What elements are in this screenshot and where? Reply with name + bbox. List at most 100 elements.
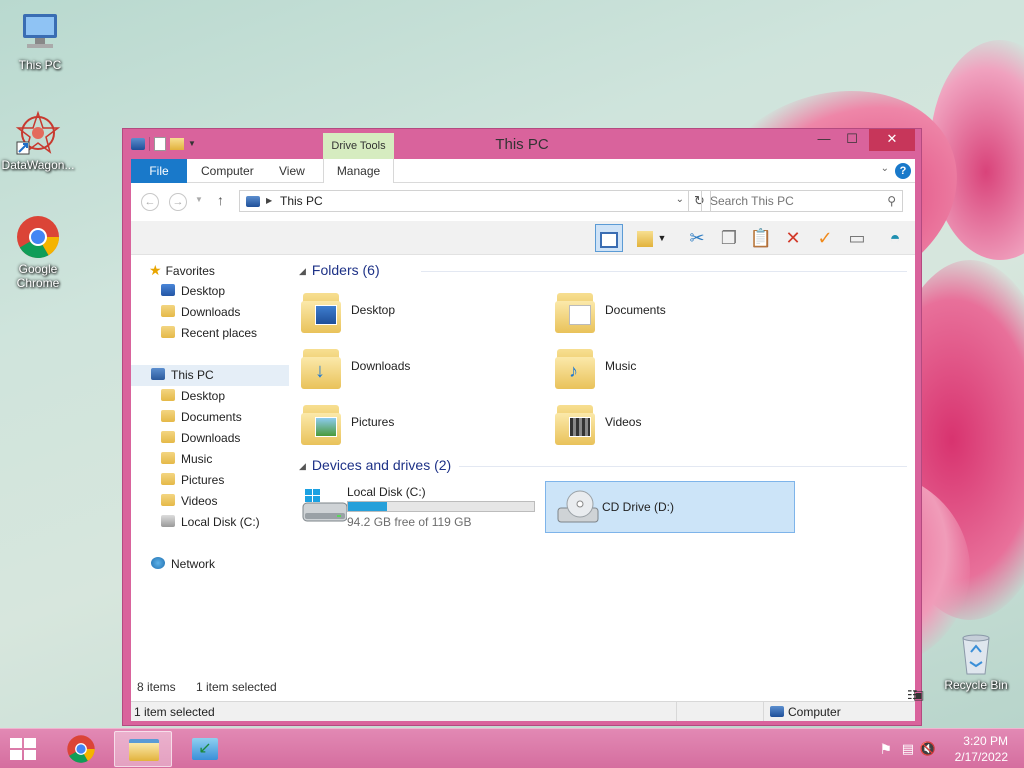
- star-icon: ★: [149, 262, 162, 278]
- desktop-icon: [161, 284, 175, 296]
- close-button[interactable]: ✕: [869, 129, 915, 151]
- drive-tile-local-disk[interactable]: Local Disk (C:) 94.2 GB free of 119 GB: [291, 481, 541, 533]
- drive-tile-cd-drive[interactable]: CD Drive (D:): [545, 481, 795, 533]
- search-box[interactable]: ⚲: [701, 190, 903, 212]
- nav-pc-pictures[interactable]: Pictures: [161, 470, 224, 491]
- action-center-flag-icon[interactable]: ⚑: [879, 741, 892, 758]
- tab-computer[interactable]: Computer: [191, 159, 264, 183]
- taskbar-file-explorer[interactable]: [114, 731, 172, 767]
- taskbar-datawagon[interactable]: ↙: [176, 731, 234, 767]
- nav-label: Local Disk (C:): [181, 515, 260, 529]
- delete-icon[interactable]: ✕: [779, 224, 807, 252]
- large-icons-view-icon[interactable]: ▣: [913, 688, 924, 702]
- nav-this-pc[interactable]: This PC: [131, 365, 289, 386]
- start-button[interactable]: [10, 738, 38, 760]
- computer-icon: [151, 368, 165, 380]
- tab-file[interactable]: File: [131, 159, 187, 183]
- file-explorer-icon: [129, 739, 159, 761]
- collapse-triangle-icon[interactable]: ◢: [299, 461, 306, 471]
- back-button[interactable]: ←: [141, 193, 159, 211]
- group-divider: [459, 466, 907, 467]
- videos-folder-icon: [555, 399, 595, 445]
- hard-drive-icon: [161, 515, 175, 527]
- folder-name: Videos: [605, 415, 642, 429]
- nav-label: Pictures: [181, 473, 225, 487]
- maximize-button[interactable]: ☐: [839, 129, 865, 151]
- ribbon-expand-icon[interactable]: ⌄: [881, 163, 889, 174]
- nav-pc-documents[interactable]: Documents: [161, 407, 242, 428]
- nav-pc-downloads[interactable]: Downloads: [161, 428, 240, 449]
- desktop-icon-google-chrome[interactable]: Google Chrome: [0, 214, 78, 290]
- nav-favorites[interactable]: ★ Favorites: [149, 260, 215, 281]
- chevron-down-icon[interactable]: ▼: [655, 224, 669, 252]
- help-icon[interactable]: ?: [895, 163, 911, 179]
- folder-icon: [161, 431, 175, 443]
- desktop-icon-recycle-bin[interactable]: Recycle Bin: [936, 630, 1016, 692]
- nav-fav-recent[interactable]: Recent places: [161, 323, 257, 344]
- desktop-icon-label: Google Chrome: [16, 262, 60, 290]
- address-field[interactable]: ▶ This PC ⌄: [239, 190, 689, 212]
- nav-pc-local-disk[interactable]: Local Disk (C:): [161, 512, 260, 533]
- paste-icon[interactable]: 📋: [747, 224, 775, 252]
- drive-free-space: 94.2 GB free of 119 GB: [347, 515, 472, 529]
- datawagon-icon: [15, 110, 61, 156]
- nav-label: This PC: [171, 368, 214, 382]
- network-status-icon[interactable]: ▤: [902, 741, 914, 757]
- folder-tile-downloads[interactable]: ↓ Downloads: [291, 341, 541, 393]
- window-title: This PC: [495, 136, 549, 153]
- properties-icon[interactable]: ▭: [843, 224, 871, 252]
- minimize-button[interactable]: —: [811, 129, 837, 151]
- desktop-icon-this-pc[interactable]: This PC: [0, 10, 80, 72]
- collapse-triangle-icon[interactable]: ◢: [299, 266, 306, 276]
- up-button[interactable]: ↑: [217, 192, 224, 208]
- music-folder-icon: ♪: [555, 343, 595, 389]
- copy-icon[interactable]: ❐: [715, 224, 743, 252]
- nav-pc-videos[interactable]: Videos: [161, 491, 217, 512]
- volume-muted-icon[interactable]: 🔇: [920, 741, 936, 757]
- nav-label: Desktop: [181, 284, 226, 298]
- title-bar[interactable]: ▼ Drive Tools This PC — ☐ ✕: [123, 129, 921, 159]
- folder-tile-documents[interactable]: Documents: [545, 285, 795, 337]
- folders-group-header[interactable]: ◢ Folders (6): [299, 262, 380, 278]
- downloads-folder-icon: [161, 305, 175, 317]
- nav-network[interactable]: Network: [151, 554, 215, 575]
- folder-tile-music[interactable]: ♪ Music: [545, 341, 795, 393]
- folder-tile-pictures[interactable]: Pictures: [291, 397, 541, 449]
- address-dropdown-icon[interactable]: ⌄: [676, 194, 684, 205]
- nav-pc-desktop[interactable]: Desktop: [161, 386, 225, 407]
- desktop-icon-datawagon[interactable]: DataWagon...: [0, 110, 78, 172]
- nav-pc-music[interactable]: Music: [161, 449, 212, 470]
- forward-button[interactable]: →: [169, 193, 187, 211]
- clock[interactable]: 3:20 PM 2/17/2022: [955, 733, 1008, 765]
- documents-folder-icon: [555, 287, 595, 333]
- nav-fav-downloads[interactable]: Downloads: [161, 302, 240, 323]
- breadcrumb-chevron-icon[interactable]: ▶: [266, 196, 272, 205]
- recent-places-icon: [161, 326, 175, 338]
- recycle-bin-icon: [953, 630, 999, 676]
- drives-group-header[interactable]: ◢ Devices and drives (2): [299, 457, 451, 473]
- tab-view[interactable]: View: [269, 159, 315, 183]
- tab-manage[interactable]: Manage: [323, 159, 394, 183]
- chrome-icon: [67, 735, 95, 763]
- desktop-icon-label: This PC: [18, 58, 62, 72]
- breadcrumb[interactable]: This PC: [280, 194, 323, 208]
- preview-pane-button[interactable]: [595, 224, 623, 252]
- folder-tile-videos[interactable]: Videos: [545, 397, 795, 449]
- folder-name: Desktop: [351, 303, 396, 317]
- preview-pane-icon: [600, 232, 618, 249]
- nav-fav-desktop[interactable]: Desktop: [161, 281, 225, 302]
- group-title: Devices and drives (2): [311, 457, 452, 473]
- folder-icon: [161, 389, 175, 401]
- folder-tile-desktop[interactable]: Desktop: [291, 285, 541, 337]
- internet-icon[interactable]: ◓: [881, 224, 909, 252]
- rename-check-icon[interactable]: ✓: [811, 224, 839, 252]
- nav-label: Downloads: [181, 305, 241, 319]
- search-input[interactable]: [702, 191, 872, 211]
- nav-label: Videos: [181, 494, 218, 508]
- cut-icon[interactable]: ✂: [683, 224, 711, 252]
- drive-name: Local Disk (C:): [347, 485, 426, 499]
- recent-locations-icon[interactable]: ▼: [195, 195, 203, 204]
- navigation-pane: ★ Favorites Desktop Downloads Recent plac…: [131, 255, 289, 671]
- taskbar-chrome[interactable]: [52, 731, 110, 767]
- search-icon[interactable]: ⚲: [887, 194, 896, 208]
